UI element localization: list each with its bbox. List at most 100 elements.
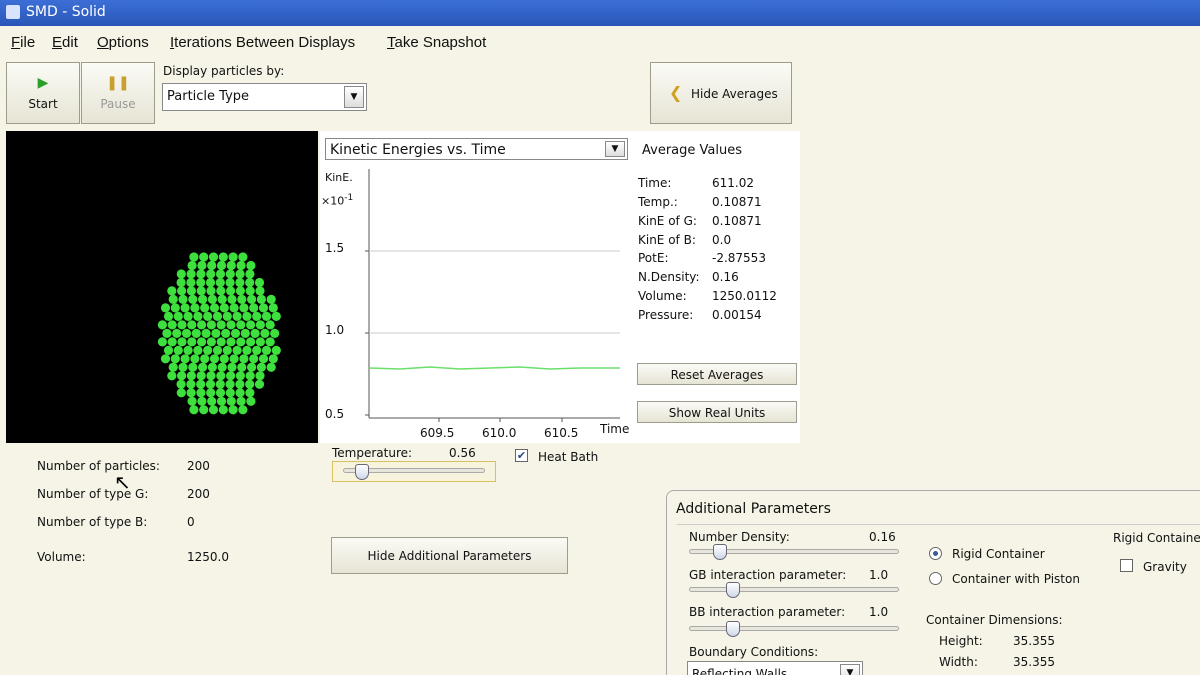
stat-value: 0 xyxy=(187,515,195,529)
particle xyxy=(186,379,196,389)
number-density-label: Number Density: xyxy=(689,530,790,544)
show-real-units-button[interactable]: Show Real Units xyxy=(637,401,797,423)
particle xyxy=(265,320,275,330)
particle xyxy=(186,269,196,279)
particle xyxy=(197,396,207,406)
bb-interaction-slider[interactable] xyxy=(689,626,899,631)
menu-options[interactable]: Options xyxy=(97,34,149,51)
y-tick-label: 1.0 xyxy=(325,323,345,337)
particle xyxy=(266,362,276,372)
average-volume: Volume: 1250.0112 xyxy=(638,289,777,303)
particle xyxy=(177,320,187,330)
particle xyxy=(246,320,256,330)
particle xyxy=(186,388,196,398)
menu-iterations[interactable]: Iterations Between Displays xyxy=(170,34,355,51)
stat-label: Volume: xyxy=(37,550,86,564)
particle xyxy=(215,379,225,389)
particle xyxy=(235,269,245,279)
menu-snapshot[interactable]: Take Snapshot xyxy=(387,34,486,51)
gravity-checkbox[interactable] xyxy=(1120,559,1133,572)
particle xyxy=(167,337,177,347)
particle xyxy=(265,337,275,347)
rigid-container-radio[interactable] xyxy=(929,547,942,560)
particle xyxy=(188,362,198,372)
particle xyxy=(252,311,262,321)
particle xyxy=(196,286,206,296)
particle xyxy=(187,320,197,330)
temperature-slider[interactable] xyxy=(332,461,496,482)
particle xyxy=(236,320,246,330)
particle xyxy=(197,260,207,271)
particle xyxy=(216,286,226,296)
particle xyxy=(193,311,203,321)
hide-additional-parameters-button[interactable]: Hide Additional Parameters xyxy=(331,537,568,574)
particle xyxy=(245,379,255,389)
particle xyxy=(249,303,259,313)
particle xyxy=(173,311,183,321)
gb-interaction-slider[interactable] xyxy=(689,587,899,592)
particle xyxy=(176,269,186,279)
particle xyxy=(180,303,190,313)
particle xyxy=(216,371,226,381)
particle xyxy=(226,396,236,406)
slider-thumb[interactable] xyxy=(726,621,740,637)
boundary-select[interactable]: Reflecting Walls ▼ xyxy=(687,661,863,675)
reset-averages-button[interactable]: Reset Averages xyxy=(637,363,797,385)
particle xyxy=(255,286,265,296)
pause-button[interactable]: ❚❚ Pause xyxy=(81,62,155,124)
particle xyxy=(236,337,246,347)
temperature-label: Temperature: xyxy=(332,446,413,460)
stat-label: Number of type G: xyxy=(37,487,149,501)
particle xyxy=(196,388,206,398)
slider-thumb[interactable] xyxy=(713,544,727,560)
hide-averages-button[interactable]: ❮ Hide Averages xyxy=(650,62,792,124)
menu-edit[interactable]: Edit xyxy=(52,34,78,51)
particle xyxy=(215,269,226,279)
simulation-canvas[interactable] xyxy=(6,131,318,443)
particle xyxy=(196,379,206,389)
particle xyxy=(249,354,259,364)
particle xyxy=(176,388,186,398)
menu-file[interactable]: File xyxy=(11,34,35,51)
particle xyxy=(212,311,223,321)
particle xyxy=(236,260,246,271)
particle-field xyxy=(157,252,281,415)
bb-interaction-label: BB interaction parameter: xyxy=(689,605,846,619)
particle xyxy=(235,277,245,288)
piston-container-radio[interactable] xyxy=(929,572,942,585)
particle xyxy=(209,354,220,364)
particle xyxy=(240,328,250,338)
boundary-label: Boundary Conditions: xyxy=(689,645,819,659)
particle xyxy=(226,337,236,347)
particle xyxy=(227,362,237,372)
particle xyxy=(226,286,236,296)
particle xyxy=(226,320,236,330)
average-time: Time: 611.02 xyxy=(638,176,754,190)
slider-thumb[interactable] xyxy=(355,464,369,480)
particle xyxy=(222,311,232,321)
particle xyxy=(230,328,241,338)
particle xyxy=(199,252,209,262)
particle xyxy=(198,294,208,304)
particle xyxy=(187,396,197,406)
particle xyxy=(218,405,228,415)
window-titlebar[interactable]: SMD - Solid xyxy=(0,0,1200,26)
slider-thumb[interactable] xyxy=(726,582,740,598)
particle xyxy=(225,269,235,279)
average-temp: Temp.: 0.10871 xyxy=(638,195,762,209)
particle xyxy=(157,320,167,330)
particle xyxy=(255,320,265,330)
container-dimensions-label: Container Dimensions: xyxy=(926,613,1063,627)
heat-bath-checkbox[interactable]: ✔ xyxy=(515,449,528,462)
start-button[interactable]: ▶ Start xyxy=(6,62,80,124)
particle xyxy=(215,388,226,398)
display-by-select[interactable]: Particle Type ▼ xyxy=(162,83,367,111)
particle xyxy=(237,362,247,372)
particle xyxy=(256,362,266,372)
particle xyxy=(190,354,200,364)
particle xyxy=(157,337,167,347)
stat-value: 200 xyxy=(187,487,210,501)
particle xyxy=(186,371,196,381)
particle xyxy=(205,277,216,288)
particle xyxy=(225,379,235,389)
